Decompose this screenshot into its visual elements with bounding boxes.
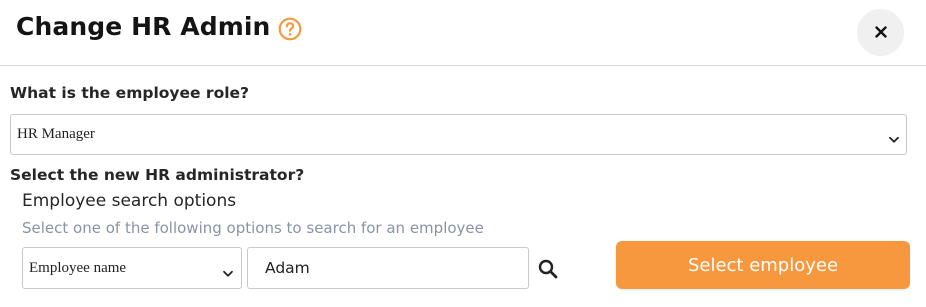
admin-question-label: Select the new HR administrator? [10, 166, 305, 184]
search-icon[interactable] [537, 258, 559, 280]
dialog-title: Change HR Admin [16, 12, 271, 41]
question-circle-icon[interactable] [278, 17, 302, 41]
role-select[interactable]: HR Manager [10, 114, 907, 155]
dialog-header: Change HR Admin [0, 0, 926, 66]
close-button[interactable] [857, 9, 904, 56]
select-employee-button[interactable]: Select employee [616, 241, 910, 289]
search-options-heading: Employee search options [22, 191, 237, 211]
chevron-down-icon [222, 265, 234, 277]
search-option-select[interactable]: Employee name [22, 247, 242, 289]
role-select-value: HR Manager [17, 126, 95, 142]
role-question-label: What is the employee role? [10, 84, 250, 102]
chevron-down-icon [888, 131, 900, 143]
employee-search-input[interactable] [247, 247, 529, 289]
close-icon [874, 23, 887, 42]
search-option-value: Employee name [29, 260, 127, 276]
search-options-hint: Select one of the following options to s… [22, 219, 484, 237]
